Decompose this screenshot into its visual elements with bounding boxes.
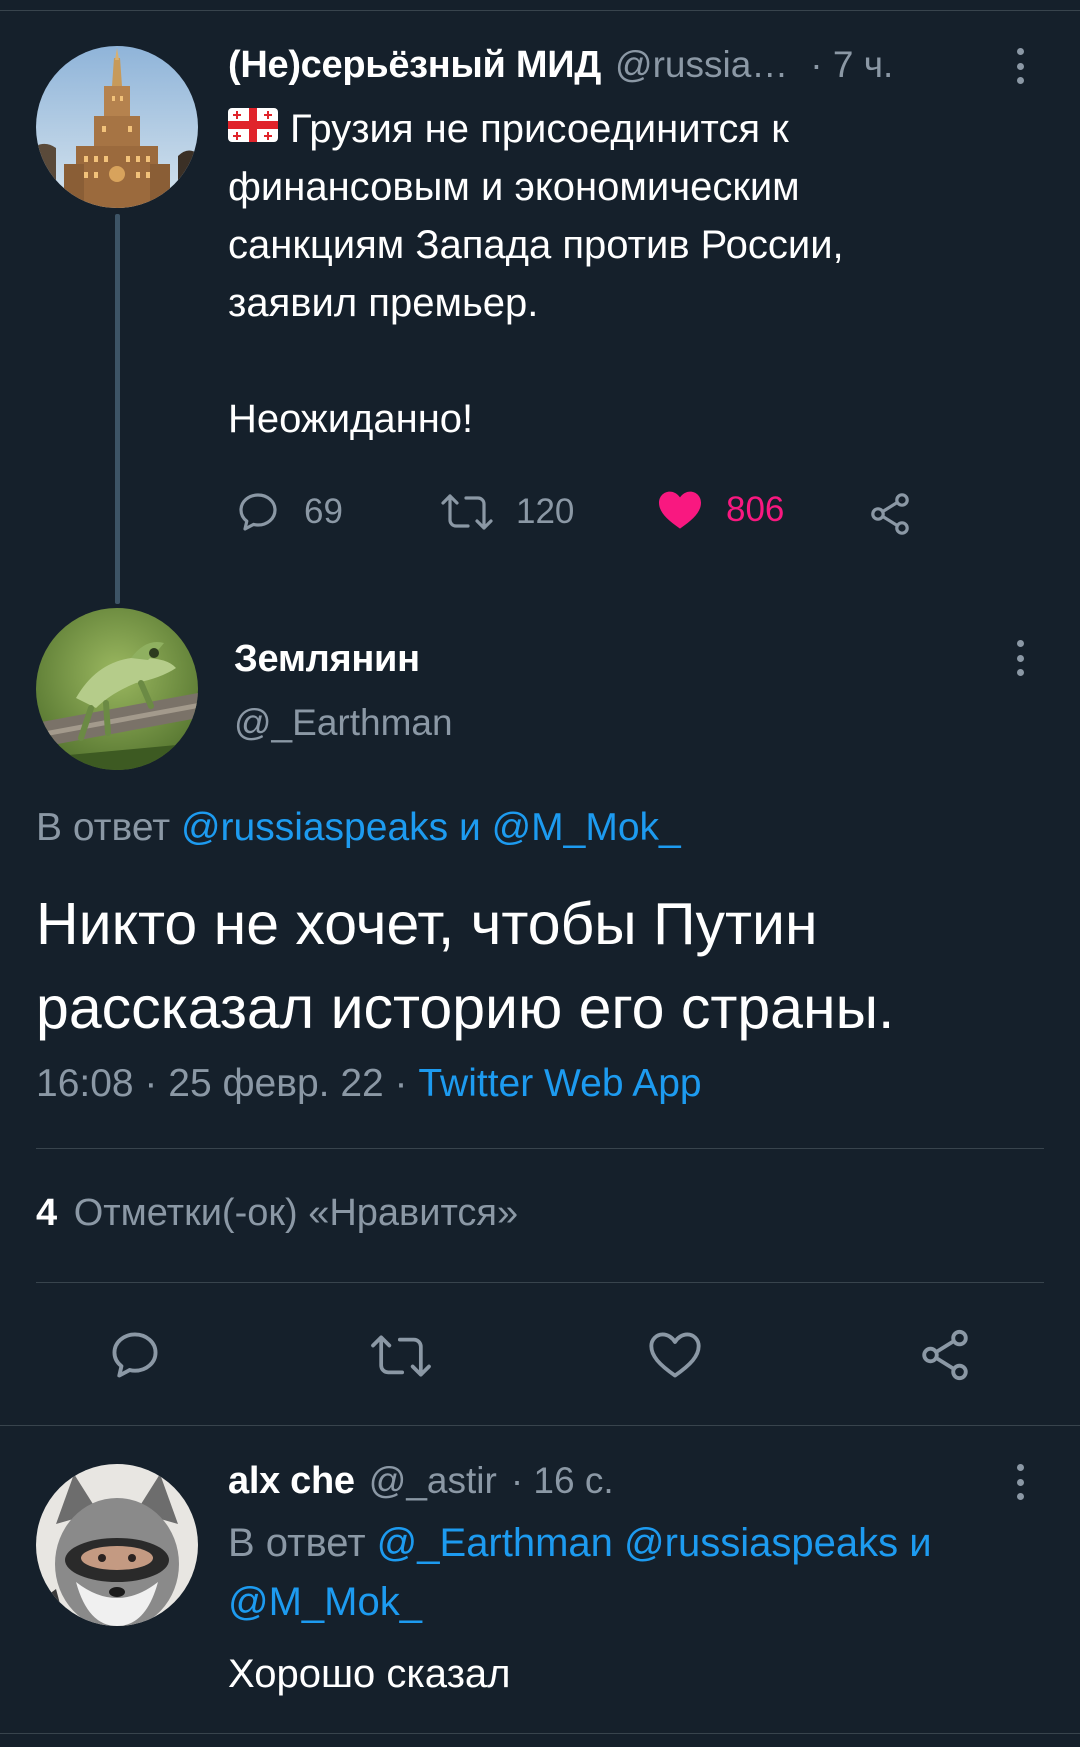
- reply-button[interactable]: [106, 1326, 164, 1389]
- section-divider: [0, 1425, 1080, 1426]
- mid-building-avatar-image: [36, 46, 198, 208]
- share-icon: [871, 493, 909, 535]
- share-button[interactable]: [916, 1326, 974, 1389]
- reply-author-handle[interactable]: @_astir: [369, 1460, 497, 1502]
- like-button[interactable]: 806: [656, 486, 784, 534]
- likes-summary[interactable]: 4 Отметки(-ок) «Нравится»: [36, 1192, 518, 1235]
- georgia-flag-icon: [228, 100, 278, 158]
- reply-author-name[interactable]: alx che: [228, 1460, 355, 1503]
- divider: [36, 1148, 1044, 1149]
- retweet-icon: [371, 1335, 431, 1377]
- reply-to-mentions[interactable]: @russiaspeaks и @M_Mok_: [181, 806, 681, 849]
- top-divider: [0, 10, 1080, 11]
- reply-context: В ответ @russiaspeaks и @M_Mok_: [36, 806, 681, 850]
- tweet-time[interactable]: · 7 ч.: [810, 44, 893, 86]
- tweet-text-line: Никто не хочет, чтобы Путин: [36, 891, 818, 957]
- retweet-button[interactable]: 120: [440, 488, 574, 536]
- like-count: 806: [726, 490, 785, 529]
- reply-tweet-text: Хорошо сказал: [228, 1652, 511, 1696]
- author-name[interactable]: (Не)серьёзный МИД: [228, 44, 601, 87]
- tweet-text-line: рассказал историю его страны.: [36, 975, 895, 1041]
- tweet-timestamp: 16:08 · 25 февр. 22 ·: [36, 1062, 408, 1105]
- avatar-mid[interactable]: [36, 46, 198, 208]
- reply-prefix: В ответ: [228, 1521, 366, 1565]
- chameleon-avatar-image: [36, 608, 198, 770]
- retweet-icon: [441, 494, 493, 530]
- tweet-meta: 16:08 · 25 февр. 22 · Twitter Web App: [36, 1062, 702, 1106]
- main-author-name[interactable]: Землянин: [234, 638, 420, 681]
- more-options-icon[interactable]: [1005, 636, 1035, 680]
- reply-time[interactable]: · 16 с.: [511, 1460, 614, 1502]
- reply-context: В ответ @_Earthman @russiaspeaks и @M_Mo…: [228, 1514, 1048, 1632]
- section-divider: [0, 1733, 1080, 1734]
- likes-count: 4: [36, 1192, 58, 1234]
- more-options-icon[interactable]: [1005, 44, 1035, 88]
- thread-connector-line: [115, 214, 120, 604]
- author-handle[interactable]: @russia…: [615, 44, 788, 86]
- share-icon: [922, 1329, 968, 1381]
- heart-filled-icon: [659, 491, 701, 529]
- reply-prefix: В ответ: [36, 806, 171, 849]
- reply-icon: [239, 493, 277, 531]
- avatar-earthman[interactable]: [36, 608, 198, 770]
- more-options-icon[interactable]: [1005, 1460, 1035, 1504]
- tweet-text-line: Грузия не присоединится к: [290, 107, 789, 151]
- retweet-button[interactable]: [368, 1328, 434, 1389]
- heart-outline-icon: [649, 1332, 701, 1378]
- reply-to-mentions[interactable]: @M_Mok_: [228, 1573, 1048, 1632]
- reply-button[interactable]: 69: [234, 488, 343, 536]
- tweet-text-line: финансовым и экономическим: [228, 165, 800, 209]
- avatar-alx-che[interactable]: [36, 1464, 198, 1626]
- raccoon-mask-avatar-image: [36, 1464, 198, 1626]
- likes-label: Отметки(-ок) «Нравится»: [73, 1192, 519, 1234]
- reply-icon: [112, 1332, 158, 1378]
- retweet-count: 120: [516, 492, 575, 531]
- tweet-text-line: Неожиданно!: [228, 397, 474, 441]
- tweet-source-link[interactable]: Twitter Web App: [418, 1062, 701, 1105]
- reply-count: 69: [304, 492, 343, 531]
- main-author-handle[interactable]: @_Earthman: [234, 702, 453, 744]
- main-tweet-body: Никто не хочет, чтобы Путин рассказал ис…: [36, 882, 1046, 1050]
- tweet-body: Грузия не присоединится к финансовым и э…: [228, 100, 1028, 448]
- tweet-text-line: санкциям Запада против России,: [228, 223, 844, 267]
- share-button[interactable]: [866, 490, 914, 538]
- reply-to-mentions[interactable]: @_Earthman @russiaspeaks и: [377, 1521, 932, 1565]
- divider: [36, 1282, 1044, 1283]
- like-button[interactable]: [646, 1326, 704, 1389]
- tweet-text-line: заявил премьер.: [228, 281, 539, 325]
